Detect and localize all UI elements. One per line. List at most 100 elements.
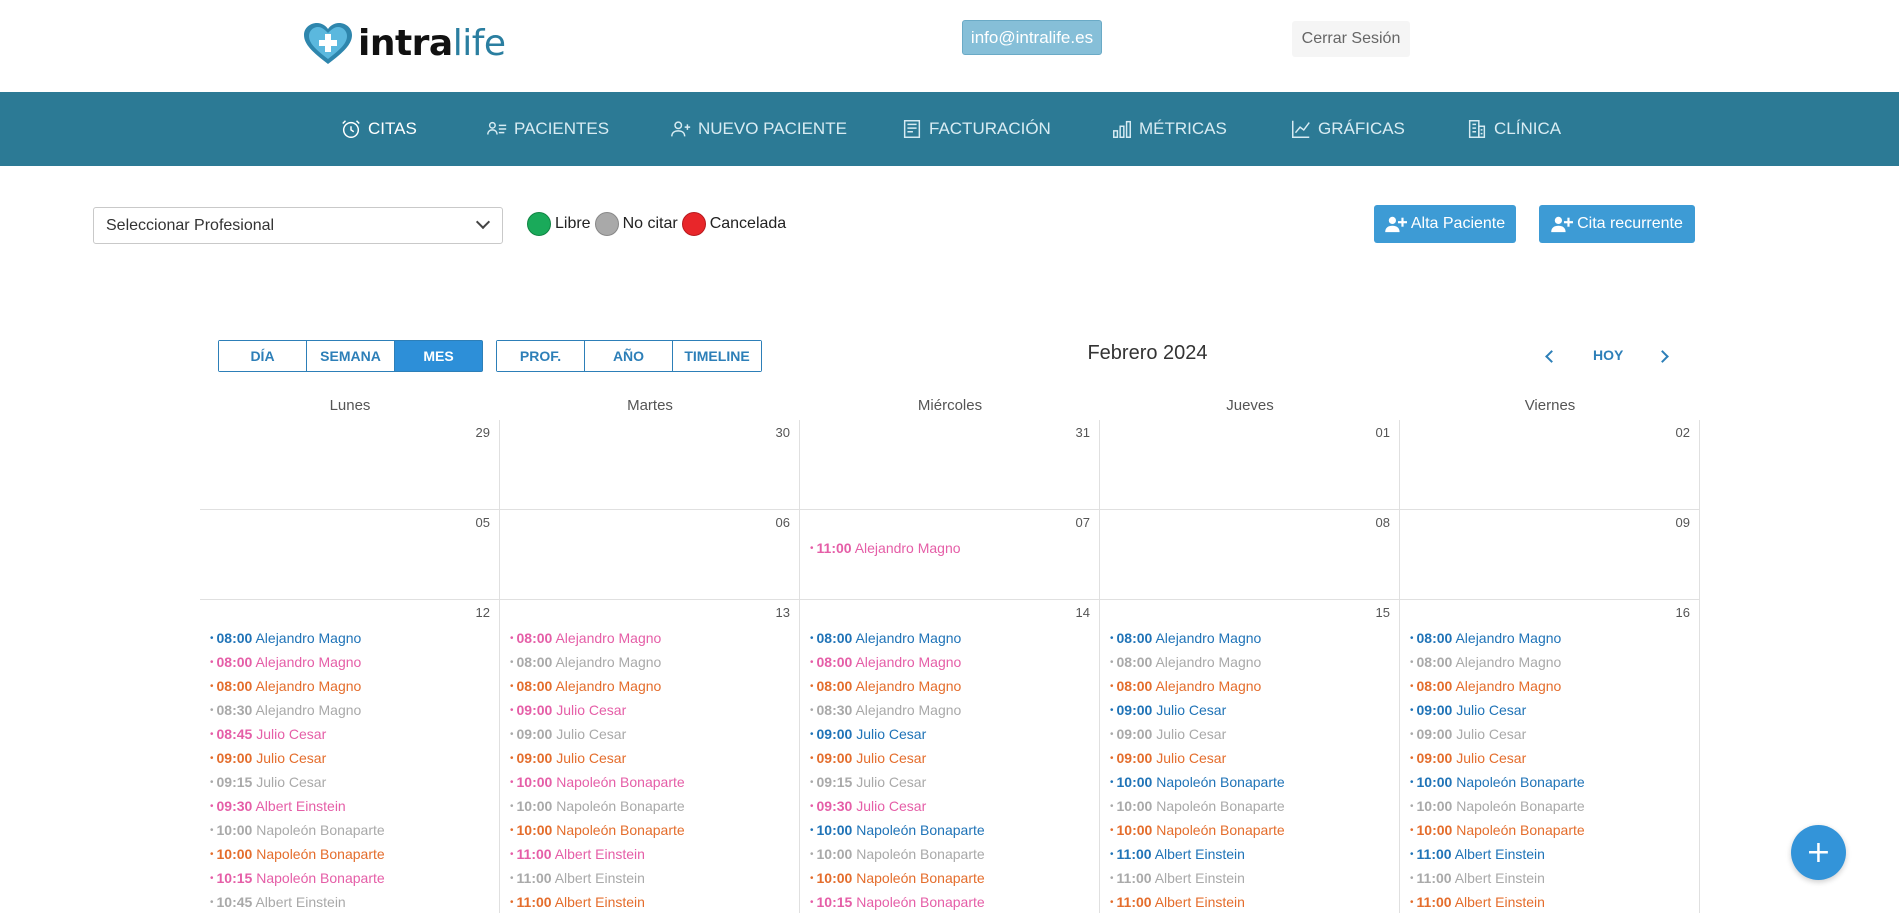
logout-button[interactable]: Cerrar Sesión (1292, 21, 1410, 57)
appointment-event[interactable]: • 08:00 Alejandro Magno (1410, 678, 1561, 694)
professional-select[interactable]: Seleccionar Profesional (93, 207, 503, 244)
day-cell[interactable]: 15 • 08:00 Alejandro Magno • 08:00 Alejandro… (1100, 600, 1400, 913)
email-button[interactable]: info@intralife.es (962, 20, 1102, 55)
day-cell[interactable]: 07 • 11:00 Alejandro Magno (800, 510, 1100, 600)
day-cell[interactable]: 05 (200, 510, 500, 600)
appointment-event[interactable]: • 09:00 Julio Cesar (1410, 750, 1526, 766)
day-cell[interactable]: 13 • 08:00 Alejandro Magno • 08:00 Alejandro… (500, 600, 800, 913)
nav-item-facturacion[interactable]: FACTURACIÓN (901, 92, 1051, 166)
appointment-event[interactable]: • 11:00 Albert Einstein (510, 846, 645, 862)
appointment-event[interactable]: • 10:00 Napoleón Bonaparte (510, 822, 685, 838)
day-cell[interactable]: 09 (1400, 510, 1700, 600)
appointment-event[interactable]: • 10:45 Albert Einstein (210, 894, 346, 910)
appointment-event[interactable]: • 11:00 Alejandro Magno (810, 540, 961, 556)
appointment-event[interactable]: • 09:30 Albert Einstein (210, 798, 346, 814)
appointment-event[interactable]: • 10:00 Napoleón Bonaparte (1410, 822, 1585, 838)
appointment-event[interactable]: • 09:00 Julio Cesar (510, 750, 626, 766)
view-week-button[interactable]: SEMANA (307, 341, 395, 371)
appointment-event[interactable]: • 08:00 Alejandro Magno (210, 654, 361, 670)
nav-item-nuevo-paciente[interactable]: NUEVO PACIENTE (670, 92, 847, 166)
nav-item-clinica[interactable]: CLÍNICA (1466, 92, 1561, 166)
day-cell[interactable]: 29 (200, 420, 500, 510)
appointment-event[interactable]: • 11:00 Albert Einstein (1410, 870, 1545, 886)
appointment-event[interactable]: • 08:00 Alejandro Magno (1110, 678, 1261, 694)
appointment-event[interactable]: • 08:00 Alejandro Magno (1110, 630, 1261, 646)
appointment-event[interactable]: • 09:00 Julio Cesar (1110, 750, 1226, 766)
appointment-event[interactable]: • 10:00 Napoleón Bonaparte (1410, 798, 1585, 814)
appointment-event[interactable]: • 08:00 Alejandro Magno (1110, 654, 1261, 670)
event-time: 09:00 (816, 750, 853, 766)
appointment-event[interactable]: • 10:00 Napoleón Bonaparte (1110, 774, 1285, 790)
appointment-event[interactable]: • 09:00 Julio Cesar (510, 726, 626, 742)
appointment-event[interactable]: • 08:00 Alejandro Magno (510, 678, 661, 694)
appointment-event[interactable]: • 10:00 Napoleón Bonaparte (1110, 798, 1285, 814)
appointment-event[interactable]: • 10:00 Napoleón Bonaparte (810, 870, 985, 886)
appointment-event[interactable]: • 10:00 Napoleón Bonaparte (510, 798, 685, 814)
intralife-logo[interactable]: intralife (302, 22, 506, 66)
appointment-event[interactable]: • 08:00 Alejandro Magno (510, 654, 661, 670)
appointment-event[interactable]: • 08:00 Alejandro Magno (810, 630, 961, 646)
view-timeline-button[interactable]: TIMELINE (673, 341, 761, 371)
day-cell[interactable]: 02 (1400, 420, 1700, 510)
appointment-event[interactable]: • 09:00 Julio Cesar (1110, 702, 1226, 718)
appointment-event[interactable]: • 09:15 Julio Cesar (210, 774, 326, 790)
appointment-event[interactable]: • 08:00 Alejandro Magno (1410, 654, 1561, 670)
cita-recurrente-button[interactable]: Cita recurrente (1539, 205, 1695, 243)
appointment-event[interactable]: • 10:00 Napoleón Bonaparte (210, 822, 385, 838)
appointment-event[interactable]: • 10:15 Napoleón Bonaparte (210, 870, 385, 886)
view-month-button[interactable]: MES (395, 341, 482, 371)
appointment-event[interactable]: • 11:00 Albert Einstein (510, 894, 645, 910)
appointment-event[interactable]: • 10:00 Napoleón Bonaparte (1110, 822, 1285, 838)
day-cell[interactable]: 08 (1100, 510, 1400, 600)
day-cell[interactable]: 01 (1100, 420, 1400, 510)
appointment-event[interactable]: • 11:00 Albert Einstein (1110, 870, 1245, 886)
appointment-event[interactable]: • 08:00 Alejandro Magno (210, 630, 361, 646)
appointment-event[interactable]: • 10:00 Napoleón Bonaparte (810, 822, 985, 838)
appointment-event[interactable]: • 11:00 Albert Einstein (1410, 846, 1545, 862)
chevron-right-icon[interactable] (1655, 346, 1673, 366)
appointment-event[interactable]: • 09:00 Julio Cesar (810, 750, 926, 766)
view-day-button[interactable]: DÍA (219, 341, 307, 371)
day-cell[interactable]: 14 • 08:00 Alejandro Magno • 08:00 Alejandro… (800, 600, 1100, 913)
appointment-event[interactable]: • 08:30 Alejandro Magno (210, 702, 361, 718)
appointment-event[interactable]: • 08:00 Alejandro Magno (210, 678, 361, 694)
appointment-event[interactable]: • 11:00 Albert Einstein (1110, 846, 1245, 862)
alta-paciente-button[interactable]: Alta Paciente (1374, 205, 1516, 243)
view-year-button[interactable]: AÑO (585, 341, 673, 371)
appointment-event[interactable]: • 09:00 Julio Cesar (1410, 702, 1526, 718)
nav-item-metricas[interactable]: MÉTRICAS (1111, 92, 1227, 166)
appointment-event[interactable]: • 10:00 Napoleón Bonaparte (210, 846, 385, 862)
appointment-event[interactable]: • 09:00 Julio Cesar (510, 702, 626, 718)
nav-item-graficas[interactable]: GRÁFICAS (1290, 92, 1405, 166)
appointment-event[interactable]: • 10:15 Napoleón Bonaparte (810, 894, 985, 910)
appointment-event[interactable]: • 09:00 Julio Cesar (210, 750, 326, 766)
nav-item-pacientes[interactable]: PACIENTES (486, 92, 609, 166)
appointment-event[interactable]: • 08:00 Alejandro Magno (810, 678, 961, 694)
appointment-event[interactable]: • 08:45 Julio Cesar (210, 726, 326, 742)
appointment-event[interactable]: • 08:00 Alejandro Magno (1410, 630, 1561, 646)
add-appointment-button[interactable]: + (1791, 825, 1846, 880)
appointment-event[interactable]: • 08:00 Alejandro Magno (810, 654, 961, 670)
appointment-event[interactable]: • 10:00 Napoleón Bonaparte (510, 774, 685, 790)
chevron-left-icon[interactable] (1540, 346, 1558, 366)
day-cell[interactable]: 31 (800, 420, 1100, 510)
appointment-event[interactable]: • 08:00 Alejandro Magno (510, 630, 661, 646)
appointment-event[interactable]: • 11:00 Albert Einstein (1410, 894, 1545, 910)
appointment-event[interactable]: • 09:30 Julio Cesar (810, 798, 926, 814)
appointment-event[interactable]: • 09:00 Julio Cesar (1410, 726, 1526, 742)
today-button[interactable]: HOY (1593, 347, 1623, 363)
day-cell[interactable]: 06 (500, 510, 800, 600)
appointment-event[interactable]: • 11:00 Albert Einstein (510, 870, 645, 886)
appointment-event[interactable]: • 08:30 Alejandro Magno (810, 702, 961, 718)
appointment-event[interactable]: • 09:15 Julio Cesar (810, 774, 926, 790)
day-cell[interactable]: 30 (500, 420, 800, 510)
day-cell[interactable]: 12 • 08:00 Alejandro Magno • 08:00 Alejandro… (200, 600, 500, 913)
appointment-event[interactable]: • 09:00 Julio Cesar (810, 726, 926, 742)
nav-item-citas[interactable]: CITAS (340, 92, 417, 166)
appointment-event[interactable]: • 09:00 Julio Cesar (1110, 726, 1226, 742)
view-prof-button[interactable]: PROF. (497, 341, 585, 371)
appointment-event[interactable]: • 11:00 Albert Einstein (1110, 894, 1245, 910)
appointment-event[interactable]: • 10:00 Napoleón Bonaparte (1410, 774, 1585, 790)
day-cell[interactable]: 16 • 08:00 Alejandro Magno • 08:00 Alejandro… (1400, 600, 1700, 913)
appointment-event[interactable]: • 10:00 Napoleón Bonaparte (810, 846, 985, 862)
